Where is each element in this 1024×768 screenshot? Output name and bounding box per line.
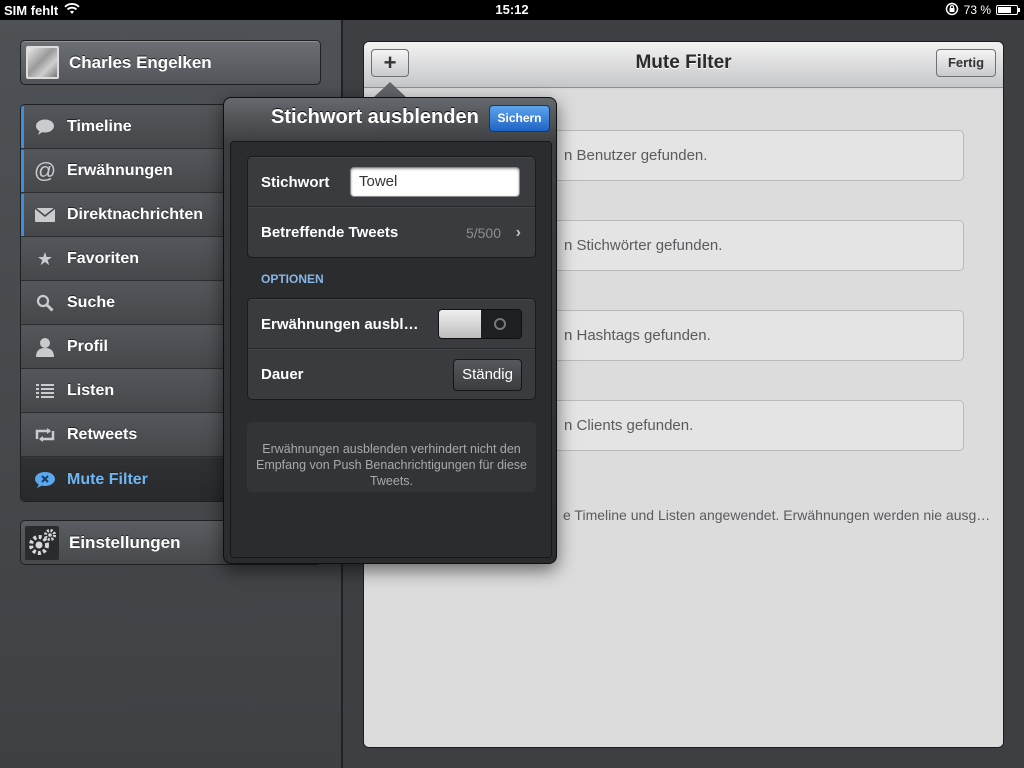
keyword-input[interactable]: Towel	[350, 167, 520, 197]
sidebar-item-lists[interactable]: Listen	[21, 369, 241, 413]
options-header: OPTIONEN	[261, 272, 324, 286]
duration-button[interactable]: Ständig	[453, 359, 522, 391]
sidebar-item-messages[interactable]: Direktnachrichten	[21, 193, 241, 237]
matching-tweets-count: 5/500	[465, 224, 501, 241]
settings-label: Einstellungen	[69, 532, 181, 552]
page-title: Mute Filter	[635, 52, 732, 73]
sidebar-item-mute-filter[interactable]: Mute Filter	[21, 457, 241, 501]
star-icon: ★	[36, 248, 54, 269]
sidebar-item-label: Retweets	[67, 426, 138, 443]
battery-percent: 73 %	[963, 3, 991, 17]
status-time: 15:12	[495, 2, 529, 17]
duration-label: Dauer	[261, 366, 304, 383]
sidebar-item-label: Erwähnungen	[67, 162, 173, 179]
sidebar-item-label: Direktnachrichten	[67, 206, 204, 223]
duration-row: Dauer Ständig	[248, 349, 535, 399]
chevron-right-icon: ›	[515, 223, 521, 241]
keyword-popover: Stichwort ausblenden Sichern Stichwort T…	[223, 97, 557, 564]
done-button[interactable]: Fertig	[936, 49, 996, 77]
sidebar-item-label: Profil	[67, 338, 108, 355]
sidebar-item-profile[interactable]: Profil	[21, 325, 241, 369]
add-filter-button[interactable]: +	[371, 49, 409, 77]
popover-arrow	[373, 82, 407, 98]
sidebar-nav: Timeline @ Erwähnungen Direktnachrichten…	[20, 104, 242, 502]
hide-mentions-label: Erwähnungen ausbl…	[261, 315, 419, 333]
toggle-knob	[439, 310, 481, 338]
rotation-lock-icon	[945, 2, 959, 19]
mute-filter-icon	[33, 468, 57, 492]
toggle-off-icon	[494, 318, 506, 330]
sidebar-item-retweets[interactable]: Retweets	[21, 413, 241, 457]
hide-mentions-toggle[interactable]	[438, 309, 522, 339]
list-icon	[33, 379, 57, 403]
keyword-group: Stichwort Towel Betreffende Tweets 5/500…	[247, 156, 536, 258]
search-icon	[33, 291, 57, 315]
sidebar-item-search[interactable]: Suche	[21, 281, 241, 325]
sidebar-item-label: Listen	[67, 382, 115, 399]
sidebar-item-label: Mute Filter	[67, 470, 148, 488]
panel-header: Mute Filter + Fertig	[364, 42, 1003, 88]
user-card[interactable]: Charles Engelken	[20, 40, 321, 85]
envelope-icon	[33, 203, 57, 227]
at-sign-icon: @	[33, 158, 57, 183]
gear-icon	[25, 525, 59, 560]
status-bar: SIM fehlt 15:12 73 %	[0, 0, 1024, 20]
matching-tweets-row[interactable]: Betreffende Tweets 5/500 ›	[248, 207, 535, 257]
info-text: Erwähnungen ausblenden verhindert nicht …	[247, 422, 536, 492]
sidebar-item-label: Favoriten	[67, 250, 140, 267]
save-button[interactable]: Sichern	[489, 105, 550, 132]
options-group: Erwähnungen ausbl… Dauer Ständig	[247, 298, 536, 400]
user-name: Charles Engelken	[69, 52, 212, 72]
hide-mentions-row: Erwähnungen ausbl…	[248, 299, 535, 349]
person-icon	[33, 335, 57, 359]
battery-fill	[998, 7, 1012, 13]
sidebar-item-label: Timeline	[67, 118, 132, 135]
popover-body: Stichwort Towel Betreffende Tweets 5/500…	[230, 141, 552, 558]
battery-icon	[996, 5, 1020, 15]
sidebar-item-timeline[interactable]: Timeline	[21, 105, 241, 149]
sidebar-item-favorites[interactable]: ★ Favoriten	[21, 237, 241, 281]
matching-tweets-label: Betreffende Tweets	[261, 224, 399, 241]
keyword-row: Stichwort Towel	[248, 157, 535, 207]
footer-note: e Timeline und Listen angewendet. Erwähn…	[563, 507, 991, 523]
sidebar-item-label: Suche	[67, 294, 116, 311]
avatar	[26, 46, 59, 79]
keyword-label: Stichwort	[261, 173, 330, 191]
status-right: 73 %	[945, 0, 1020, 20]
retweet-icon	[33, 423, 57, 447]
speech-bubble-icon	[33, 115, 57, 139]
sidebar-item-mentions[interactable]: @ Erwähnungen	[21, 149, 241, 193]
